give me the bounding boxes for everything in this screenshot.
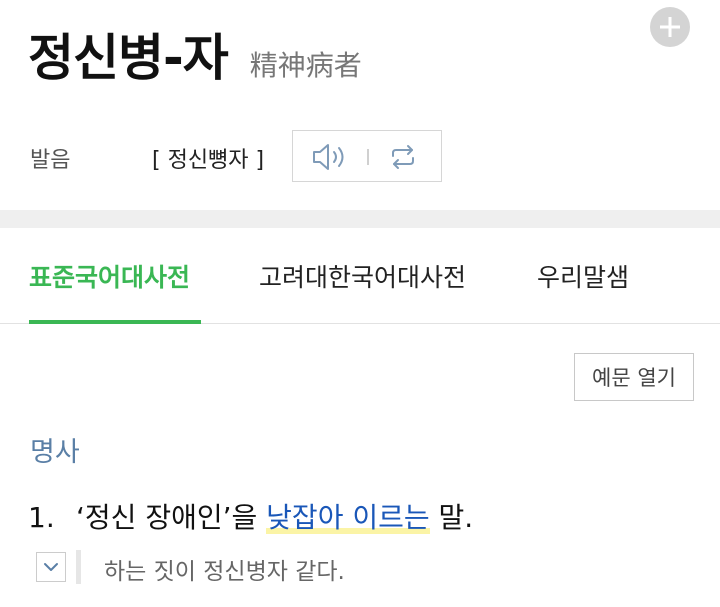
definition-text-after: 말. xyxy=(429,501,474,534)
example-sentence: 하는 짓이 정신병자 같다. xyxy=(104,559,345,585)
active-tab-indicator xyxy=(29,320,201,324)
plus-icon xyxy=(660,17,680,37)
pronunciation-row: 발음 [ 정신뼝자 ] xyxy=(0,130,720,182)
add-to-wordbook-button[interactable] xyxy=(650,7,690,47)
example-row: 하는 짓이 정신병자 같다. xyxy=(36,550,716,585)
tab-korea-university-dictionary[interactable]: 고려대한국어대사전 xyxy=(259,258,466,294)
part-of-speech: 명사 xyxy=(30,437,80,468)
example-expand-button[interactable] xyxy=(36,552,66,582)
section-divider xyxy=(0,210,720,228)
headword-row: 정신병-자 精神病者 xyxy=(28,18,362,90)
audio-controls xyxy=(292,130,442,182)
audio-divider xyxy=(367,149,369,165)
example-bar xyxy=(76,550,81,584)
definition-row: 1. ‘정신 장애인’을 낮잡아 이르는 말. xyxy=(28,496,473,536)
tab-urimalsaem[interactable]: 우리말샘 xyxy=(537,258,629,294)
chevron-down-icon xyxy=(44,563,58,571)
open-examples-button[interactable]: 예문 열기 xyxy=(574,353,694,401)
definition-number: 1. xyxy=(28,501,55,534)
tab-standard-dictionary[interactable]: 표준국어대사전 xyxy=(29,258,190,294)
dictionary-tabs: 표준국어대사전 고려대한국어대사전 우리말샘 xyxy=(0,228,720,324)
repeat-icon[interactable] xyxy=(388,143,418,171)
definition-link[interactable]: 낮잡아 이르는 xyxy=(266,501,430,534)
hanja: 精神病者 xyxy=(249,49,362,82)
definition-text-before: ‘정신 장애인’을 xyxy=(76,501,267,534)
headword: 정신병-자 xyxy=(28,29,229,87)
pronunciation-label: 발음 xyxy=(30,148,71,173)
speaker-icon[interactable] xyxy=(311,142,349,172)
pronunciation-text: [ 정신뼝자 ] xyxy=(152,148,265,173)
